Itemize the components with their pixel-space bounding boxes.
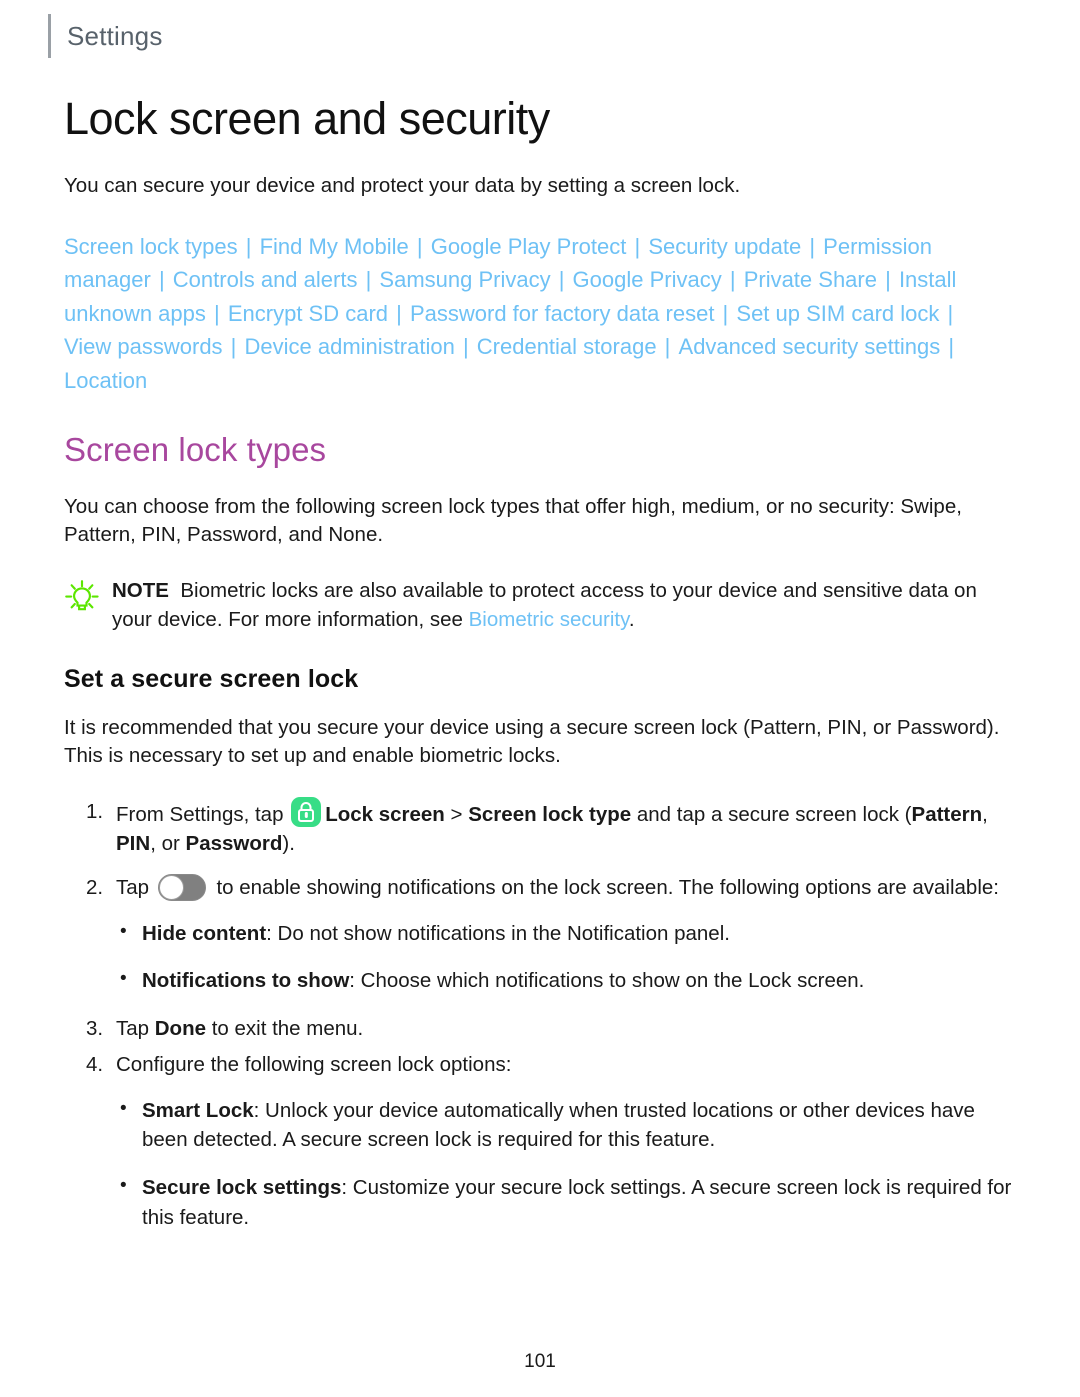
link-separator: |	[207, 300, 226, 326]
link-separator: |	[224, 334, 243, 360]
document-page: Settings Lock screen and security You ca…	[0, 0, 1080, 1397]
bullet-item-label: Hide content	[142, 921, 267, 945]
step1-bold-screen-lock-type: Screen lock type	[468, 802, 632, 826]
subsection-body-text: It is recommended that you secure your d…	[64, 716, 1000, 768]
link-separator: |	[716, 300, 735, 326]
step-item-2: Tap to enable showing notifications on t…	[64, 873, 1014, 903]
note-label: NOTE	[112, 578, 169, 602]
link-separator: |	[239, 233, 258, 259]
step3-bold-done: Done	[154, 1017, 206, 1041]
procedure-step-list: From Settings, tap Lock screen > Screen …	[64, 796, 1014, 903]
step1-bold-pin: PIN	[116, 832, 151, 856]
cross-reference-link[interactable]: Advanced security settings	[679, 334, 941, 359]
step3-prefix: Tap	[116, 1017, 155, 1041]
step1-bold-lock-screen: Lock screen	[325, 802, 445, 826]
page-number: 101	[524, 1351, 556, 1372]
cross-reference-link[interactable]: View passwords	[64, 334, 223, 359]
step1-prefix: From Settings, tap	[116, 802, 290, 826]
cross-reference-link[interactable]: Set up SIM card lock	[736, 301, 939, 326]
lock-app-icon	[291, 796, 322, 827]
cross-reference-link[interactable]: Encrypt SD card	[228, 301, 388, 326]
bullet-item-text: : Do not show notifications in the Notif…	[266, 921, 730, 945]
bullet-item: Notifications to show: Choose which noti…	[116, 965, 1014, 996]
link-separator: |	[152, 267, 171, 293]
biometric-security-link[interactable]: Biometric security	[469, 608, 629, 631]
link-separator: |	[723, 267, 742, 293]
bullet-item-label: Smart Lock	[142, 1098, 254, 1122]
step4-bullet-list: Smart Lock: Unlock your device automatic…	[116, 1095, 1014, 1233]
cross-reference-link[interactable]: Private Share	[744, 267, 877, 292]
step-item-1: From Settings, tap Lock screen > Screen …	[64, 796, 1014, 859]
step1-bold-password: Password	[185, 832, 283, 856]
cross-reference-link[interactable]: Google Play Protect	[431, 234, 627, 259]
notification-toggle[interactable]	[157, 874, 206, 902]
cross-reference-link[interactable]: Password for factory data reset	[410, 301, 714, 326]
link-separator: |	[628, 233, 647, 259]
step1-chevron: >	[450, 802, 463, 826]
step4-text: Configure the following screen lock opti…	[116, 1052, 512, 1076]
bullet-item: Smart Lock: Unlock your device automatic…	[116, 1095, 1014, 1155]
note-text: NOTE Biometric locks are also available …	[112, 576, 1014, 635]
link-separator: |	[359, 267, 378, 293]
step1-comma: ,	[982, 802, 988, 826]
link-separator: |	[658, 334, 677, 360]
note-block: NOTE Biometric locks are also available …	[64, 576, 1014, 635]
link-separator: |	[941, 300, 954, 326]
procedure-step-list-continued: Tap Done to exit the menu. Configure the…	[64, 1014, 1014, 1079]
step2-prefix: Tap	[116, 876, 155, 900]
link-separator: |	[878, 267, 897, 293]
bullet-item-text: : Unlock your device automatically when …	[142, 1098, 975, 1152]
running-header: Settings	[48, 14, 163, 58]
page-content: Lock screen and security You can secure …	[64, 93, 1014, 1251]
cross-reference-link[interactable]: Credential storage	[477, 334, 657, 359]
step2-suffix: to enable showing notifications on the l…	[210, 876, 999, 900]
step1-bold-pattern: Pattern	[911, 802, 983, 826]
step3-suffix: to exit the menu.	[206, 1017, 364, 1041]
step-item-4: Configure the following screen lock opti…	[64, 1050, 1014, 1080]
section-body-text: You can choose from the following screen…	[64, 495, 962, 547]
cross-reference-link[interactable]: Security update	[648, 234, 801, 259]
step-item-3: Tap Done to exit the menu.	[64, 1014, 1014, 1044]
cross-reference-link[interactable]: Samsung Privacy	[379, 267, 550, 292]
cross-reference-link[interactable]: Device administration	[245, 334, 455, 359]
step1-suffix: ).	[282, 832, 295, 856]
bullet-item: Secure lock settings: Customize your sec…	[116, 1172, 1014, 1232]
cross-reference-link[interactable]: Google Privacy	[573, 267, 722, 292]
bullet-item-label: Notifications to show	[142, 969, 350, 993]
section-heading-screen-lock-types: Screen lock types	[64, 431, 327, 469]
step2-bullet-list: Hide content: Do not show notifications …	[116, 918, 1014, 996]
step1-middle: and tap a secure screen lock (	[631, 802, 912, 826]
toggle-knob	[158, 875, 184, 901]
step1-middle2: , or	[150, 832, 186, 856]
subsection-heading-set-a-secure-screen-lock: Set a secure screen lock	[64, 665, 359, 694]
cross-reference-link[interactable]: Location	[64, 368, 147, 393]
link-separator: |	[552, 267, 571, 293]
note-body-after: .	[628, 608, 635, 632]
link-separator: |	[390, 300, 408, 326]
page-intro-text: You can secure your device and protect y…	[64, 174, 741, 198]
cross-reference-link[interactable]: Screen lock types	[64, 234, 238, 259]
lightbulb-icon	[65, 579, 99, 610]
page-title: Lock screen and security	[64, 93, 550, 144]
link-separator: |	[410, 233, 429, 259]
link-separator: |	[456, 334, 475, 360]
link-separator: |	[803, 233, 822, 259]
bullet-item-label: Secure lock settings	[142, 1176, 342, 1200]
header-title: Settings	[67, 20, 163, 51]
bullet-item-text: : Choose which notifications to show on …	[349, 969, 865, 993]
cross-reference-link-list: Screen lock types | Find My Mobile | Goo…	[64, 230, 999, 397]
link-separator: |	[942, 334, 955, 360]
cross-reference-link[interactable]: Controls and alerts	[173, 267, 358, 292]
cross-reference-link[interactable]: Find My Mobile	[260, 234, 409, 259]
bullet-item: Hide content: Do not show notifications …	[116, 918, 1014, 949]
header-divider-rule	[48, 14, 51, 58]
